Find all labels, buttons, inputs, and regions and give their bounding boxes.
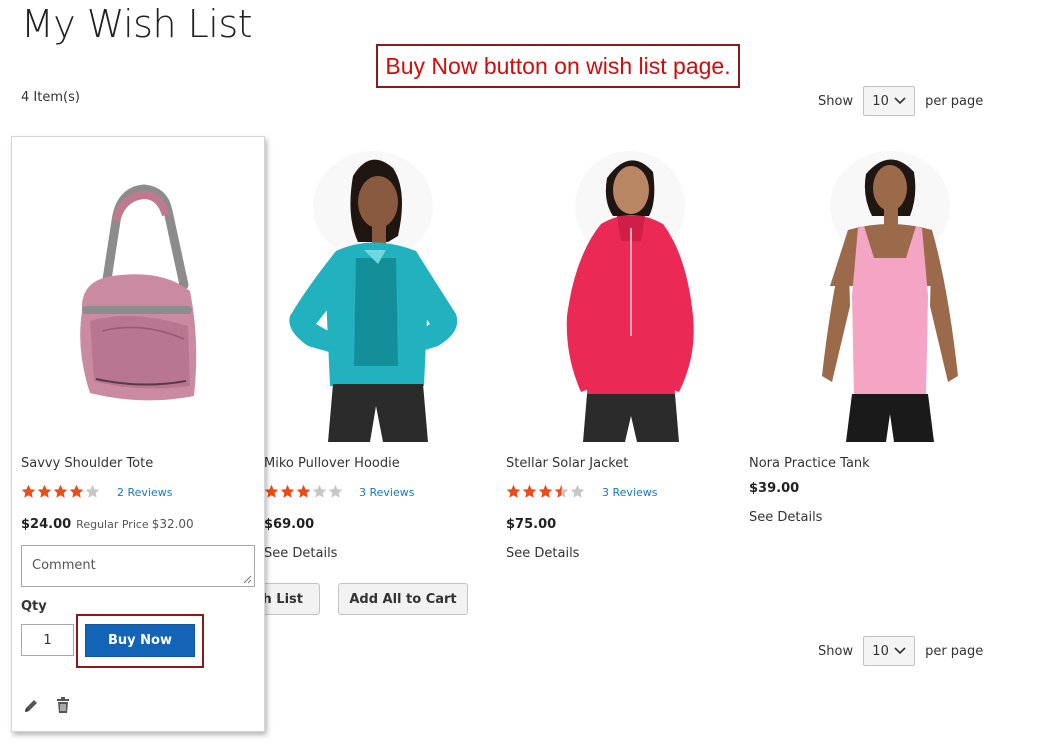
toolbar-limiter-bottom: Show 10 per page bbox=[818, 636, 983, 666]
limit-select-bottom[interactable]: 10 bbox=[863, 636, 916, 666]
see-details-jacket[interactable]: See Details bbox=[506, 546, 579, 561]
reviews-link-tote[interactable]: 2 Reviews bbox=[117, 486, 172, 499]
star-icon bbox=[538, 484, 553, 498]
resize-handle-icon[interactable] bbox=[243, 575, 252, 584]
star-icon bbox=[53, 484, 68, 498]
price-tank: $39.00 bbox=[749, 481, 800, 496]
rating-tote bbox=[21, 484, 101, 499]
trash-icon[interactable] bbox=[55, 696, 71, 714]
star-icon bbox=[21, 484, 36, 498]
star-icon bbox=[264, 484, 279, 498]
add-all-to-cart-label: Add All to Cart bbox=[349, 591, 457, 607]
per-page-label-bottom: per page bbox=[925, 643, 984, 659]
rating-jacket bbox=[506, 484, 586, 499]
star-icon bbox=[85, 484, 100, 498]
rating-hoodie bbox=[264, 484, 344, 499]
star-icon bbox=[554, 484, 569, 498]
chevron-down-icon bbox=[894, 647, 906, 655]
star-icon bbox=[506, 484, 521, 498]
regular-price-value: $32.00 bbox=[151, 517, 194, 531]
qty-label: Qty bbox=[21, 599, 47, 614]
show-label: Show bbox=[818, 93, 854, 109]
buy-now-button[interactable]: Buy Now bbox=[85, 624, 195, 657]
price-tote: $24.00 Regular Price $32.00 bbox=[21, 517, 194, 532]
limit-select-top[interactable]: 10 bbox=[863, 86, 916, 116]
comment-placeholder: Comment bbox=[32, 558, 96, 573]
limit-value-bottom: 10 bbox=[872, 643, 889, 659]
price-hoodie: $69.00 bbox=[264, 517, 315, 532]
product-name-tote[interactable]: Savvy Shoulder Tote bbox=[21, 456, 153, 471]
star-icon bbox=[522, 484, 537, 498]
star-icon bbox=[69, 484, 84, 498]
star-icon bbox=[280, 484, 295, 498]
annotation-text: Buy Now button on wish list page. bbox=[385, 52, 731, 79]
per-page-label: per page bbox=[925, 93, 984, 109]
comment-textarea[interactable]: Comment bbox=[21, 545, 255, 587]
see-details-tank[interactable]: See Details bbox=[749, 510, 822, 525]
product-name-hoodie[interactable]: Miko Pullover Hoodie bbox=[264, 456, 400, 471]
reviews-link-hoodie[interactable]: 3 Reviews bbox=[359, 486, 414, 499]
toolbar-limiter-top: Show 10 per page bbox=[818, 86, 983, 116]
product-name-jacket[interactable]: Stellar Solar Jacket bbox=[506, 456, 628, 471]
limit-value: 10 bbox=[872, 93, 889, 109]
product-image-hoodie[interactable] bbox=[278, 146, 468, 442]
star-icon bbox=[312, 484, 327, 498]
qty-value: 1 bbox=[43, 632, 52, 648]
final-price-tote: $24.00 bbox=[21, 517, 72, 532]
pencil-icon[interactable] bbox=[23, 697, 39, 715]
product-card-tote[interactable]: Savvy Shoulder Tote 2 Reviews $24.00 Regu… bbox=[11, 136, 265, 732]
chevron-down-icon bbox=[894, 97, 906, 105]
reviews-link-jacket[interactable]: 3 Reviews bbox=[602, 486, 657, 499]
see-details-hoodie[interactable]: See Details bbox=[264, 546, 337, 561]
product-image-tote[interactable] bbox=[72, 181, 202, 411]
price-jacket: $75.00 bbox=[506, 517, 557, 532]
buy-now-label: Buy Now bbox=[108, 633, 172, 648]
qty-input[interactable]: 1 bbox=[21, 624, 74, 656]
product-image-tank[interactable] bbox=[800, 146, 980, 442]
item-count: 4 Item(s) bbox=[21, 90, 80, 105]
product-name-tank[interactable]: Nora Practice Tank bbox=[749, 456, 870, 471]
share-wishlist-label: h List bbox=[262, 591, 303, 607]
show-label-bottom: Show bbox=[818, 643, 854, 659]
annotation-callout: Buy Now button on wish list page. bbox=[376, 44, 740, 88]
product-image-jacket[interactable] bbox=[545, 146, 715, 442]
star-icon bbox=[570, 484, 585, 498]
star-icon bbox=[328, 484, 343, 498]
regular-price-tote: Regular Price $32.00 bbox=[76, 517, 194, 531]
regular-price-label: Regular Price bbox=[76, 518, 149, 531]
star-icon bbox=[296, 484, 311, 498]
page-title: My Wish List bbox=[21, 2, 253, 46]
add-all-to-cart-button[interactable]: Add All to Cart bbox=[338, 583, 468, 615]
star-icon bbox=[37, 484, 52, 498]
